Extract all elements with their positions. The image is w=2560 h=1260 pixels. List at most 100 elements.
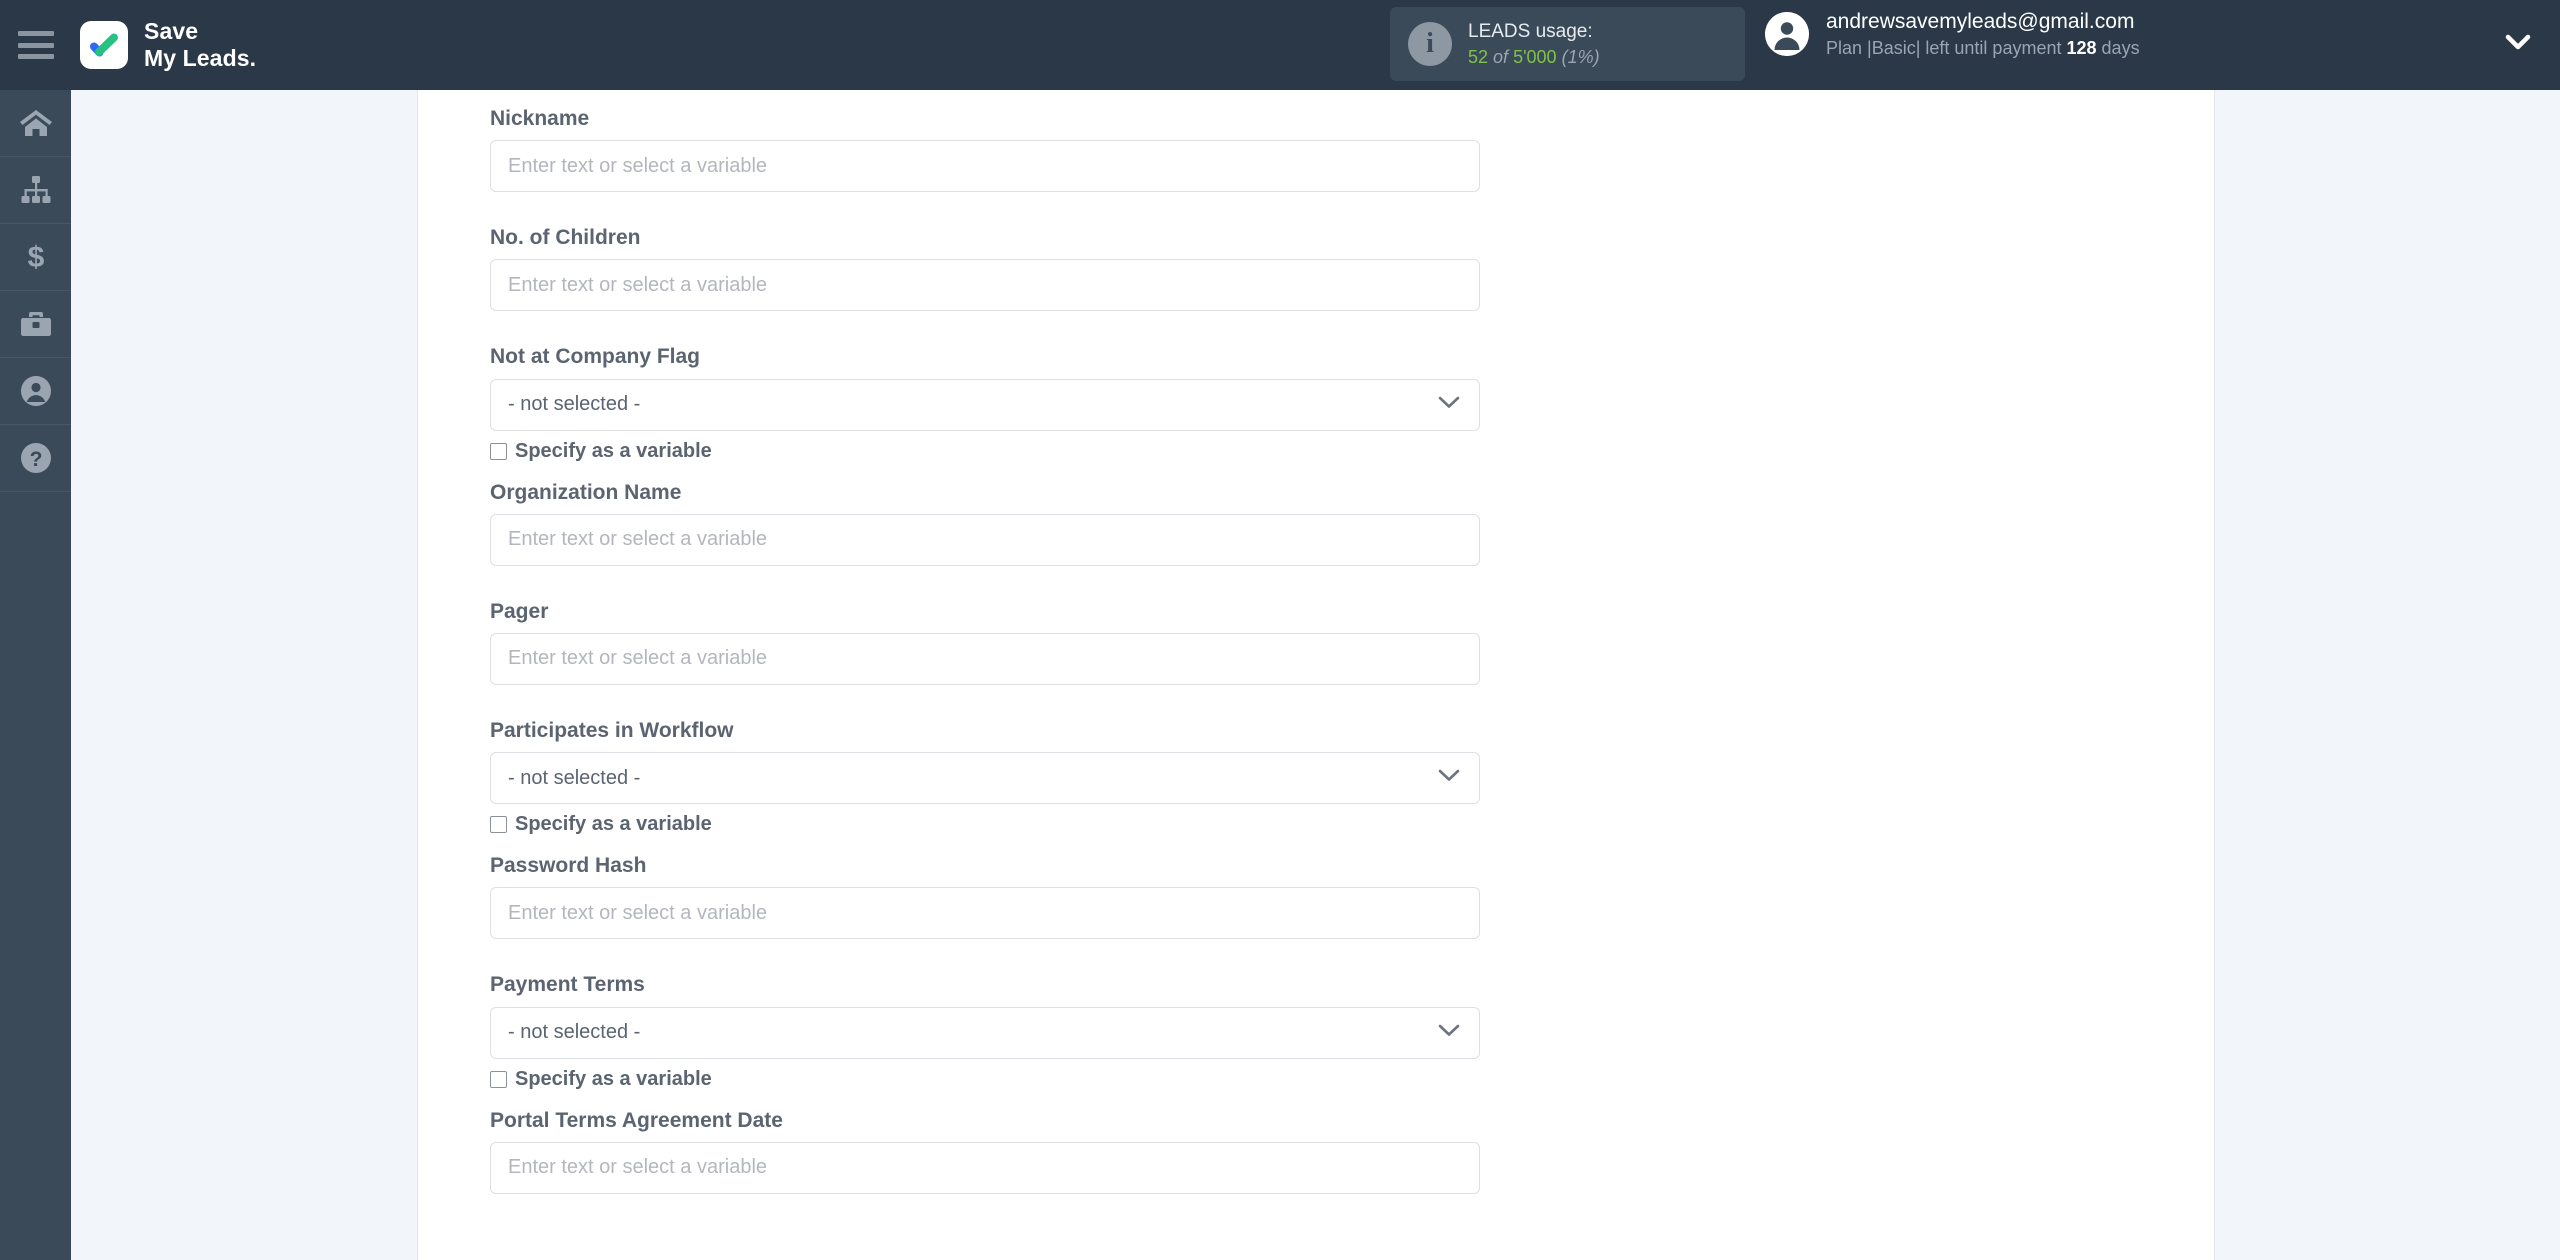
chevron-down-icon: [1438, 769, 1460, 788]
left-sidebar-rail: $ ?: [0, 90, 71, 1260]
text-input-password-hash[interactable]: Enter text or select a variable: [490, 887, 1480, 940]
dollar-icon: $: [19, 241, 53, 273]
text-input-portal-terms-agreement-date[interactable]: Enter text or select a variable: [490, 1141, 1480, 1194]
usage-of: of: [1493, 46, 1509, 67]
field-spacer: [490, 311, 1490, 344]
specify-as-variable-checkbox-row-not-at-company-flag[interactable]: Specify as a variable: [490, 440, 1490, 463]
user-avatar-icon: [1765, 12, 1809, 57]
text-input-organization-name[interactable]: Enter text or select a variable: [490, 513, 1480, 566]
svg-text:?: ?: [29, 448, 42, 471]
text-input-pager[interactable]: Enter text or select a variable: [490, 632, 1480, 685]
field-label-participates-in-workflow: Participates in Workflow: [490, 718, 734, 742]
checkbox-payment-terms[interactable]: [490, 1070, 507, 1088]
home-icon: [19, 108, 53, 138]
field-label-payment-terms: Payment Terms: [490, 973, 645, 997]
form-field-nickname: Nickname Enter text or select a variable: [490, 106, 1490, 193]
form-field-password-hash: Password Hash Enter text or select a vari…: [490, 853, 1490, 940]
brand-logo[interactable]: Save My Leads.: [80, 18, 256, 72]
checkbox-label-not-at-company-flag: Specify as a variable: [515, 439, 712, 462]
placeholder-pager: Enter text or select a variable: [508, 647, 768, 670]
question-circle-icon: ?: [20, 442, 52, 474]
field-label-not-at-company-flag: Not at Company Flag: [490, 345, 701, 369]
content-panel: Nickname Enter text or select a variable N…: [417, 90, 2215, 1260]
usage-percent: (1%): [1561, 46, 1600, 67]
form-top-spacer: [490, 90, 1490, 106]
field-label-pager: Pager: [490, 599, 549, 623]
usage-counts: 52 of 5'000 (1%): [1468, 45, 1600, 69]
select-value-participates-in-workflow: - not selected -: [508, 766, 641, 789]
svg-text:$: $: [27, 241, 44, 273]
account-text-group: andrewsavemyleads@gmail.com Plan |Basic|…: [1826, 8, 2140, 61]
savemyleads-check-logo-icon: [80, 21, 128, 69]
sidebar-item-business[interactable]: [0, 291, 71, 358]
specify-as-variable-checkbox-row-payment-terms[interactable]: Specify as a variable: [490, 1068, 1490, 1091]
form-field-participates-in-workflow: Participates in Workflow - not selected -…: [490, 718, 1490, 836]
specify-as-variable-checkbox-row-participates-in-workflow[interactable]: Specify as a variable: [490, 813, 1490, 836]
form-field-payment-terms: Payment Terms - not selected - Specify as …: [490, 972, 1490, 1090]
user-circle-icon: [20, 375, 52, 407]
chevron-down-icon: [1438, 395, 1460, 414]
field-spacer: [490, 463, 1490, 480]
brand-name: Save My Leads.: [144, 18, 256, 72]
field-spacer: [490, 1091, 1490, 1108]
placeholder-password-hash: Enter text or select a variable: [508, 901, 768, 924]
form-field-pager: Pager Enter text or select a variable: [490, 599, 1490, 685]
sidebar-item-home[interactable]: [0, 90, 71, 157]
select-not-at-company-flag[interactable]: - not selected -: [490, 378, 1480, 431]
checkbox-not-at-company-flag[interactable]: [490, 442, 507, 460]
usage-text-group: LEADS usage: 52 of 5'000 (1%): [1468, 19, 1600, 69]
plan-days-value: 128: [2066, 38, 2097, 59]
form-field-not-at-company-flag: Not at Company Flag - not selected - Speci…: [490, 344, 1490, 462]
field-label-organization-name: Organization Name: [490, 480, 682, 504]
field-spacer: [490, 192, 1490, 225]
placeholder-nickname: Enter text or select a variable: [508, 154, 768, 177]
usage-used: 52: [1468, 46, 1489, 67]
checkbox-participates-in-workflow[interactable]: [490, 816, 507, 834]
briefcase-icon: [19, 309, 53, 339]
sidebar-item-help[interactable]: ?: [0, 425, 71, 492]
form-field-portal-terms-agreement-date: Portal Terms Agreement Date Enter text or…: [490, 1108, 1490, 1194]
field-label-password-hash: Password Hash: [490, 854, 647, 878]
placeholder-portal-terms-agreement-date: Enter text or select a variable: [508, 1156, 768, 1179]
field-label-portal-terms-agreement-date: Portal Terms Agreement Date: [490, 1108, 783, 1132]
select-value-payment-terms: - not selected -: [508, 1021, 641, 1043]
brand-line-1: Save: [144, 17, 199, 44]
leads-usage-badge[interactable]: i LEADS usage: 52 of 5'000 (1%): [1390, 7, 1745, 81]
select-participates-in-workflow[interactable]: - not selected -: [490, 752, 1480, 805]
sidebar-item-connections[interactable]: [0, 157, 71, 224]
select-value-not-at-company-flag: - not selected -: [508, 393, 641, 416]
sidebar-item-account[interactable]: [0, 358, 71, 425]
info-glyph: i: [1426, 28, 1434, 59]
placeholder-organization-name: Enter text or select a variable: [508, 528, 768, 551]
placeholder-no-of-children: Enter text or select a variable: [508, 273, 768, 296]
hamburger-bar: [18, 42, 54, 48]
account-plan-info: Plan |Basic| left until payment 128 days: [1826, 36, 2140, 60]
plan-prefix: Plan |Basic| left until payment: [1826, 38, 2062, 59]
usage-title: LEADS usage:: [1468, 21, 1593, 43]
field-spacer: [490, 566, 1490, 599]
chevron-down-icon: [1438, 1023, 1460, 1042]
info-icon: i: [1408, 22, 1452, 66]
text-input-nickname[interactable]: Enter text or select a variable: [490, 140, 1480, 193]
account-chevron-down-icon[interactable]: [2505, 33, 2531, 56]
account-menu[interactable]: andrewsavemyleads@gmail.com Plan |Basic|…: [1765, 8, 2140, 61]
plan-days-suffix: days: [2101, 38, 2140, 59]
select-payment-terms[interactable]: - not selected -: [490, 1006, 1480, 1059]
hamburger-menu-icon[interactable]: [18, 31, 54, 59]
field-spacer: [490, 1194, 1490, 1227]
field-mapping-form: Nickname Enter text or select a variable N…: [490, 90, 1490, 1227]
field-spacer: [490, 685, 1490, 718]
usage-total: 5'000: [1513, 46, 1557, 67]
field-spacer: [490, 939, 1490, 972]
form-field-organization-name: Organization Name Enter text or select a …: [490, 480, 1490, 566]
hamburger-bar: [18, 54, 54, 59]
sidebar-item-billing[interactable]: $: [0, 224, 71, 291]
field-label-no-of-children: No. of Children: [490, 226, 641, 250]
hamburger-bar: [18, 31, 54, 36]
checkbox-label-payment-terms: Specify as a variable: [515, 1067, 712, 1090]
brand-line-2: My Leads.: [144, 45, 257, 71]
sitemap-icon: [19, 175, 53, 205]
checkbox-label-participates-in-workflow: Specify as a variable: [515, 813, 712, 836]
field-label-nickname: Nickname: [490, 107, 590, 130]
text-input-no-of-children[interactable]: Enter text or select a variable: [490, 259, 1480, 312]
